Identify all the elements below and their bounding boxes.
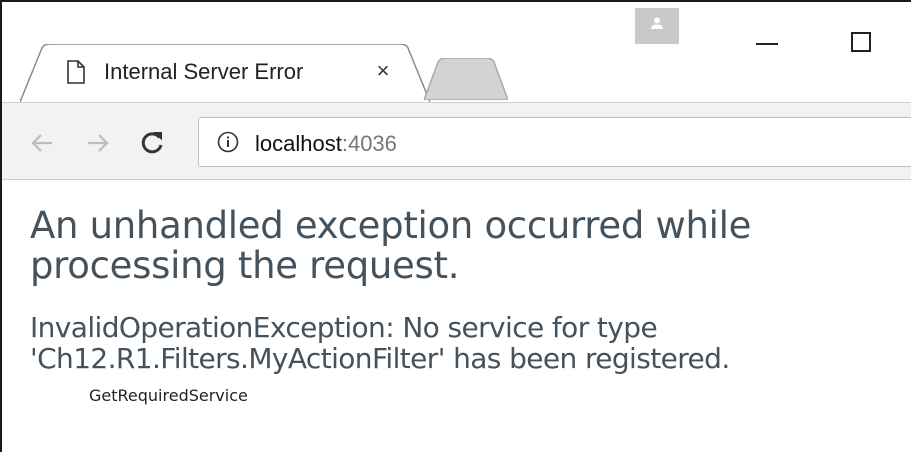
tab-close-icon[interactable]: × [372, 58, 394, 84]
url-text: localhost:4036 [255, 131, 397, 157]
reload-icon[interactable] [138, 129, 166, 157]
active-tab[interactable]: Internal Server Error × [20, 44, 430, 102]
page-icon [66, 60, 86, 84]
error-heading: An unhandled exception occurred while pr… [30, 204, 752, 287]
browser-window: Internal Server Error × localhost:4036 A… [0, 0, 911, 452]
address-bar[interactable]: localhost:4036 [198, 117, 911, 167]
url-port: :4036 [341, 131, 397, 156]
title-bar: Internal Server Error × [2, 2, 911, 102]
browser-toolbar: localhost:4036 [2, 102, 911, 180]
tab-title: Internal Server Error [104, 59, 304, 84]
url-host: localhost [255, 131, 342, 156]
profile-button[interactable] [635, 8, 679, 44]
profile-icon [651, 17, 663, 29]
minimize-button[interactable] [750, 22, 786, 58]
exception-message: InvalidOperationException: No service fo… [30, 311, 730, 375]
page-content: An unhandled exception occurred while pr… [30, 204, 900, 406]
new-tab-button[interactable] [424, 58, 508, 100]
forward-arrow-icon[interactable] [84, 129, 112, 157]
back-arrow-icon[interactable] [28, 129, 56, 157]
info-icon[interactable] [217, 131, 239, 153]
minimize-icon [756, 43, 778, 45]
stack-frame[interactable]: GetRequiredService [89, 386, 900, 405]
maximize-button[interactable] [851, 32, 871, 52]
